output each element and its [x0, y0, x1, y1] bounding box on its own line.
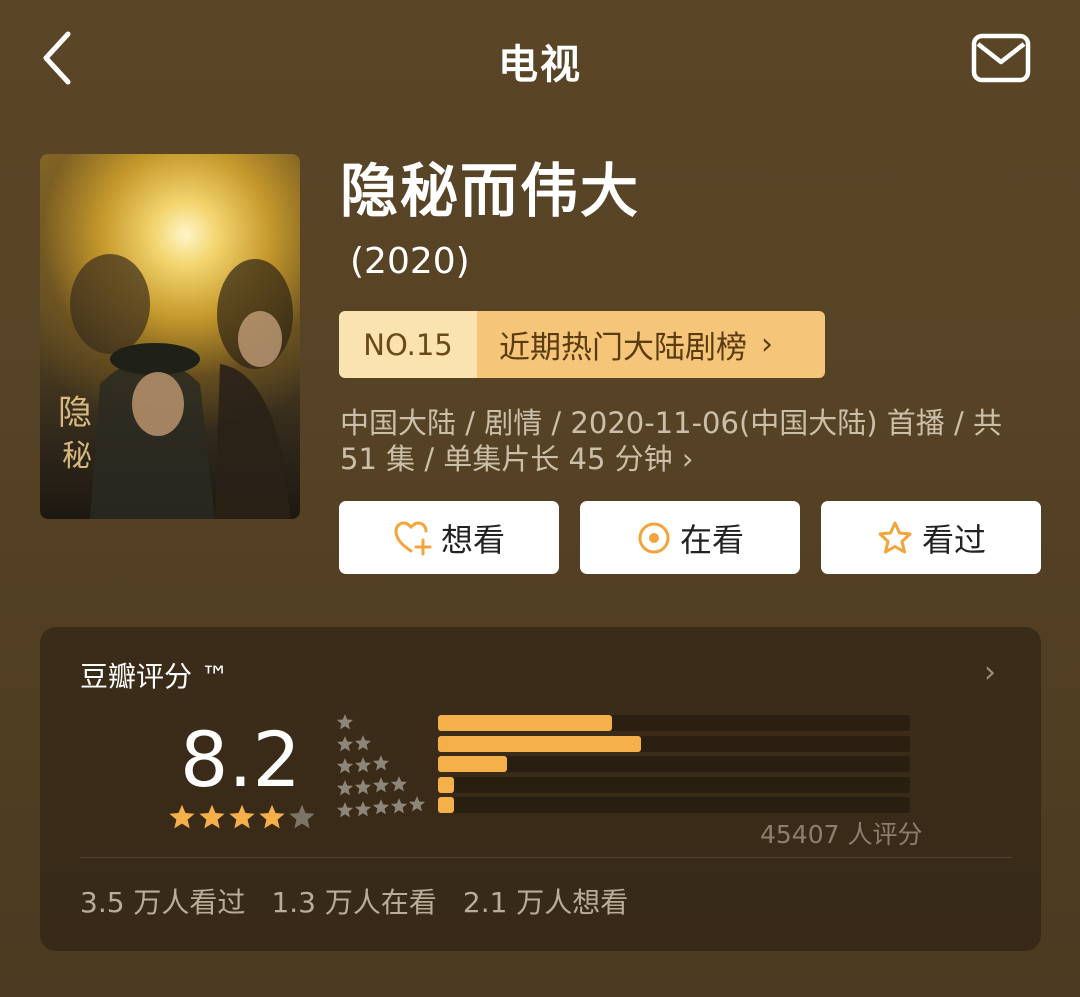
bar-star-group [408, 795, 426, 815]
star-small-icon [372, 777, 390, 793]
bar-fill [438, 756, 507, 772]
rank-number: NO.15 [339, 311, 477, 378]
bar-track [438, 715, 910, 731]
heart-plus-icon [394, 520, 432, 555]
chevron-right-icon: › [681, 442, 694, 476]
bar-star-group [372, 754, 390, 815]
star-filled-icon [169, 804, 195, 829]
svg-text:秘: 秘 [62, 439, 92, 474]
chevron-right-icon[interactable]: › [984, 655, 996, 690]
top-bar: 电视 [0, 0, 1080, 120]
rating-card[interactable]: 豆瓣评分 ™ › 8.2 45407 人评分 3.5 万人看过 1.3 万人在看… [40, 627, 1041, 951]
want-count: 2.1 万人想看 [462, 886, 629, 919]
star-small-icon [354, 778, 372, 794]
bar-star-group [390, 775, 408, 813]
star-small-icon [372, 755, 390, 771]
star-empty-icon [289, 804, 315, 829]
watch-stats: 3.5 万人看过 1.3 万人在看 2.1 万人想看 [80, 881, 628, 921]
star-small-icon [336, 714, 354, 730]
bar-track [438, 797, 910, 813]
bar-star-group [354, 734, 372, 816]
star-outline-icon [878, 521, 912, 553]
show-title: 隐秘而伟大 [340, 157, 641, 225]
bar-fill [438, 776, 454, 793]
watched-button[interactable]: 看过 [821, 501, 1041, 574]
show-meta[interactable]: 中国大陆 / 剧情 / 2020-11-06(中国大陆) 首播 / 共 51 集… [340, 405, 1040, 477]
star-small-icon [390, 797, 408, 813]
star-small-icon [372, 799, 390, 815]
watching-label: 在看 [679, 520, 744, 559]
rating-stars [168, 803, 316, 831]
star-small-icon [408, 796, 426, 812]
bar-track [438, 776, 910, 793]
watching-button[interactable]: 在看 [580, 501, 800, 574]
star-small-icon [336, 758, 354, 774]
rating-score: 8.2 [180, 715, 301, 804]
mail-icon[interactable] [970, 32, 1032, 84]
bar-fill [438, 797, 454, 813]
star-filled-icon [199, 804, 225, 829]
bar-track [438, 735, 910, 752]
star-small-icon [354, 800, 372, 816]
bar-star-group [336, 713, 354, 818]
star-small-icon [336, 802, 354, 818]
show-year: (2020) [350, 241, 470, 282]
poster-image[interactable]: 隐 秘 [40, 154, 300, 519]
show-meta-text: 中国大陆 / 剧情 / 2020-11-06(中国大陆) 首播 / 共 51 集… [340, 406, 1003, 476]
rank-list-link: 近期热门大陆剧榜 › [477, 311, 825, 378]
svg-text:隐: 隐 [58, 393, 92, 433]
want-to-watch-label: 想看 [440, 520, 505, 559]
star-filled-icon [229, 804, 255, 829]
bar-track [438, 756, 910, 772]
star-small-icon [390, 775, 408, 791]
star-small-icon [336, 780, 354, 796]
want-to-watch-button[interactable]: 想看 [339, 501, 559, 574]
rank-badge[interactable]: NO.15 近期热门大陆剧榜 › [339, 311, 825, 378]
star-filled-icon [259, 804, 285, 829]
bar-fill [438, 715, 612, 731]
rating-count: 45407 人评分 [760, 820, 923, 849]
page-title: 电视 [498, 42, 582, 88]
chevron-right-icon: › [761, 327, 773, 362]
star-small-icon [336, 736, 354, 752]
watched-count: 3.5 万人看过 [80, 886, 246, 919]
bar-fill [438, 735, 641, 752]
watching-count: 1.3 万人在看 [271, 886, 437, 919]
rank-label-text: 近期热门大陆剧榜 [499, 330, 747, 366]
divider [80, 857, 1012, 858]
star-small-icon [354, 734, 372, 750]
target-icon [638, 522, 670, 553]
watched-label: 看过 [921, 520, 986, 559]
star-small-icon [354, 756, 372, 772]
rating-title: 豆瓣评分 ™ [80, 660, 229, 693]
